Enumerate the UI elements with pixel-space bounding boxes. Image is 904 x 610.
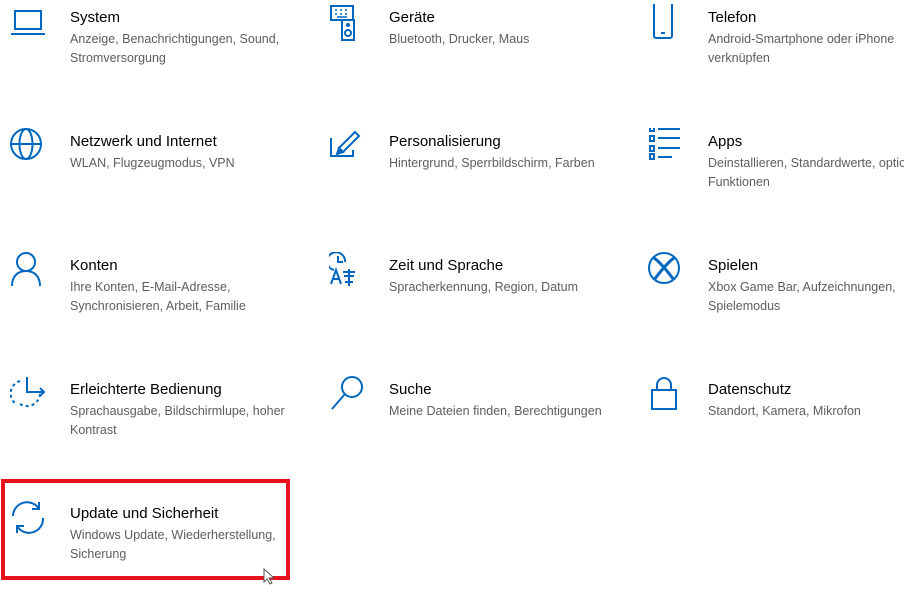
settings-tile-update-security[interactable]: Update und Sicherheit Windows Update, Wi…	[10, 500, 300, 610]
settings-tile-personalization[interactable]: Personalisierung Hintergrund, Sperrbilds…	[329, 128, 619, 238]
xbox-icon	[648, 252, 688, 292]
tile-description: Hintergrund, Sperrbildschirm, Farben	[389, 156, 595, 170]
laptop-icon	[10, 4, 50, 44]
tile-description: WLAN, Flugzeugmodus, VPN	[70, 156, 235, 170]
mouse-cursor-icon	[263, 567, 277, 585]
tile-title: Geräte	[389, 9, 435, 26]
tile-title: Personalisierung	[389, 133, 501, 150]
globe-icon	[10, 128, 50, 168]
tile-title: Datenschutz	[708, 381, 792, 398]
tile-title: Spielen	[708, 257, 759, 274]
ease-of-access-icon	[10, 376, 50, 416]
tile-title: Update und Sicherheit	[70, 505, 219, 522]
sync-icon	[10, 500, 50, 540]
apps-list-icon	[648, 128, 688, 168]
tile-description: Xbox Game Bar, Aufzeichnungen, Spielemod…	[708, 280, 896, 313]
time-language-icon	[329, 252, 369, 292]
tile-title: Suche	[389, 381, 432, 398]
lock-icon	[648, 376, 688, 416]
settings-tile-network[interactable]: Netzwerk und Internet WLAN, Flugzeugmodu…	[10, 128, 300, 238]
tile-title: Konten	[70, 257, 118, 274]
tile-title: Netzwerk und Internet	[70, 133, 217, 150]
settings-tile-phone[interactable]: Telefon Android-Smartphone oder iPhone v…	[648, 4, 904, 114]
settings-tile-accounts[interactable]: Konten Ihre Konten, E-Mail-Adresse, Sync…	[10, 252, 300, 362]
settings-tile-privacy[interactable]: Datenschutz Standort, Kamera, Mikrofon	[648, 376, 904, 486]
tile-description: Meine Dateien finden, Berechtigungen	[389, 404, 602, 418]
tile-description: Android-Smartphone oder iPhone verknüpfe…	[708, 32, 895, 65]
settings-tile-search[interactable]: Suche Meine Dateien finden, Berechtigung…	[329, 376, 619, 486]
settings-tile-system[interactable]: System Anzeige, Benachrichtigungen, Soun…	[10, 4, 300, 114]
tile-description: Anzeige, Benachrichtigungen, Sound, Stro…	[70, 32, 280, 65]
keyboard-speaker-icon	[329, 4, 369, 44]
tile-title: Erleichterte Bedienung	[70, 381, 222, 398]
tile-description: Sprachausgabe, Bildschirmlupe, hoher Kon…	[70, 404, 285, 437]
tile-description: Standort, Kamera, Mikrofon	[708, 404, 861, 418]
person-icon	[10, 252, 50, 292]
tile-description: Ihre Konten, E-Mail-Adresse, Synchronisi…	[70, 280, 246, 313]
tile-title: Apps	[708, 133, 743, 150]
tile-title: System	[70, 9, 121, 26]
tile-description: Spracherkennung, Region, Datum	[389, 280, 579, 294]
tile-title: Telefon	[708, 9, 757, 26]
settings-tile-gaming[interactable]: Spielen Xbox Game Bar, Aufzeichnungen, S…	[648, 252, 904, 362]
search-icon	[329, 376, 369, 416]
tile-description: Bluetooth, Drucker, Maus	[389, 32, 530, 46]
tile-description: Deinstallieren, Standardwerte, optionale…	[708, 156, 904, 189]
tile-title: Zeit und Sprache	[389, 257, 504, 274]
settings-tile-ease-of-access[interactable]: Erleichterte Bedienung Sprachausgabe, Bi…	[10, 376, 300, 486]
settings-tile-devices[interactable]: Geräte Bluetooth, Drucker, Maus	[329, 4, 619, 114]
pen-tablet-icon	[329, 128, 369, 168]
tile-description: Windows Update, Wiederherstellung, Siche…	[70, 528, 276, 561]
settings-tile-time-language[interactable]: Zeit und Sprache Spracherkennung, Region…	[329, 252, 619, 362]
phone-icon	[648, 4, 688, 44]
settings-tile-apps[interactable]: Apps Deinstallieren, Standardwerte, opti…	[648, 128, 904, 238]
